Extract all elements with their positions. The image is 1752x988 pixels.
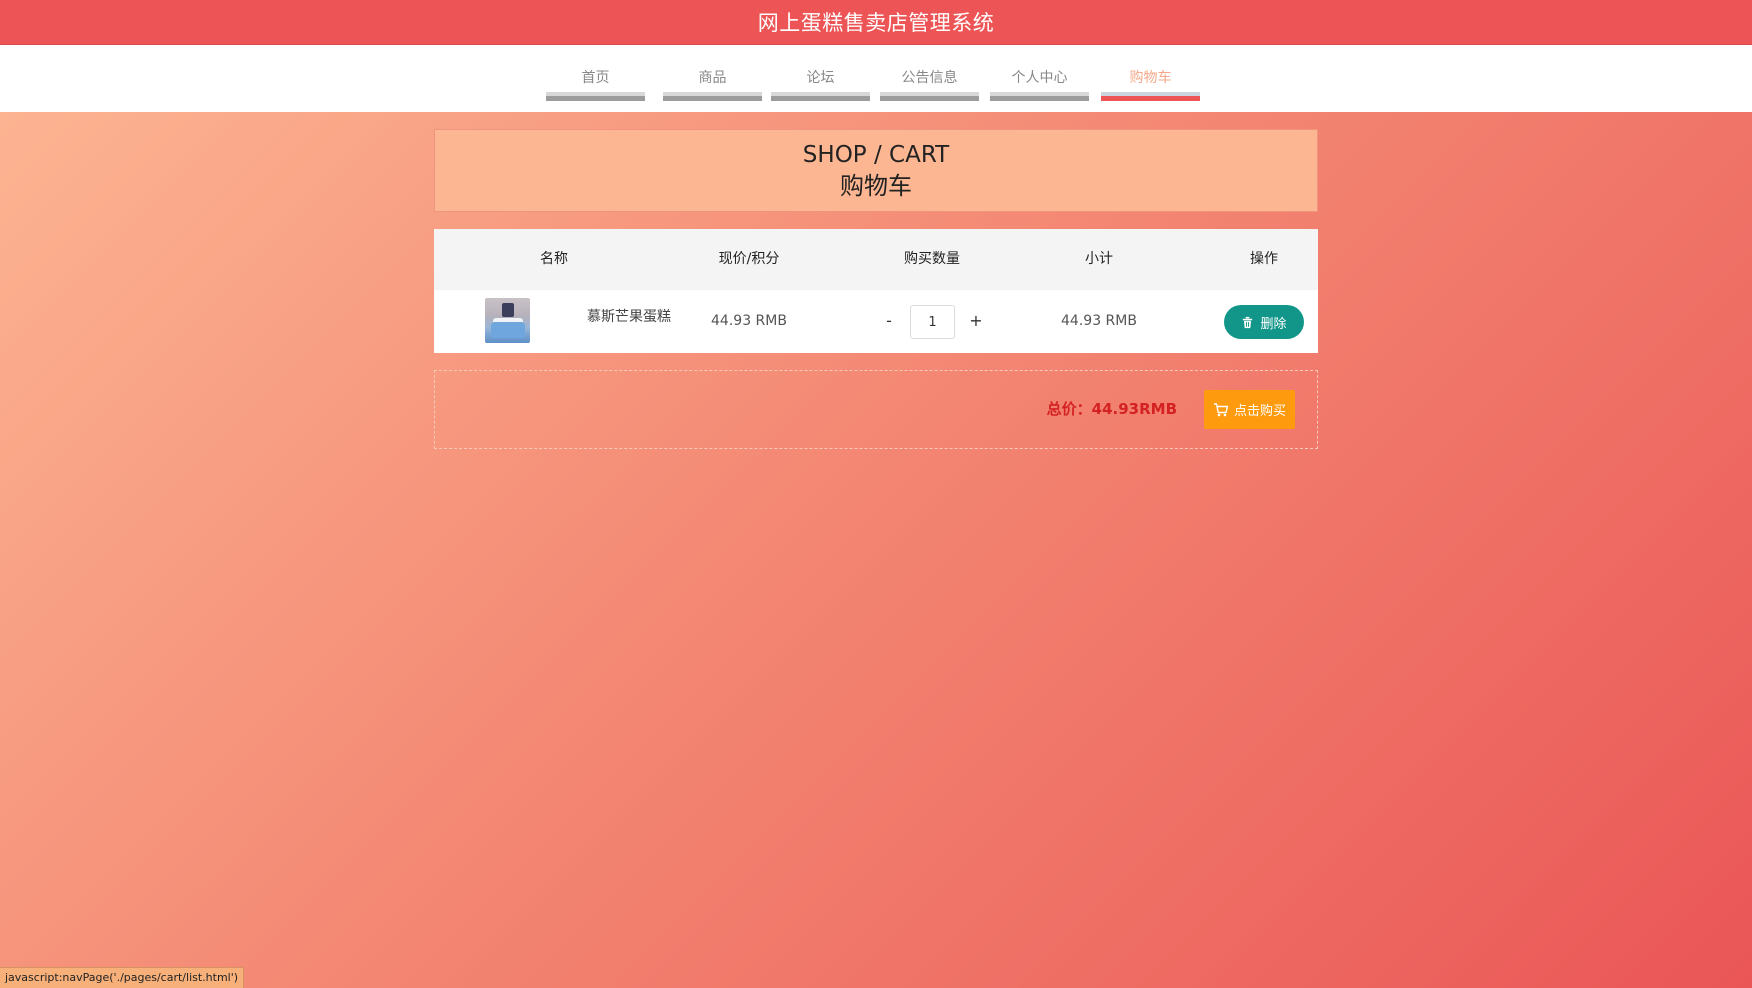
page-title-en: SHOP / CART — [802, 141, 950, 168]
nav-item-label: 公告信息 — [901, 70, 958, 86]
quantity-decrease-button[interactable]: - — [879, 306, 899, 336]
nav-item-label: 首页 — [581, 70, 610, 86]
quantity-increase-button[interactable]: + — [966, 306, 986, 336]
cart-table: 名称 现价/积分 购买数量 小计 操作 慕斯芒果蛋糕 44.93 RMB - +… — [434, 229, 1318, 353]
nav-underline — [771, 92, 870, 101]
nav-item-label: 购物车 — [1129, 70, 1172, 86]
main-nav: 首页 商品 论坛 公告信息 个人中心 购物车 — [0, 45, 1752, 112]
page-heading: SHOP / CART 购物车 — [434, 129, 1318, 212]
nav-item-profile[interactable]: 个人中心 — [990, 45, 1089, 101]
nav-underline — [663, 92, 762, 101]
cake-topper — [502, 303, 514, 317]
trash-icon — [1243, 316, 1253, 328]
product-name[interactable]: 慕斯芒果蛋糕 — [564, 306, 694, 326]
shopping-cart-icon — [1213, 402, 1229, 416]
nav-item-cart[interactable]: 购物车 — [1101, 45, 1200, 101]
product-price: 44.93 RMB — [711, 313, 787, 329]
nav-underline — [546, 92, 645, 101]
table-header: 名称 现价/积分 购买数量 小计 操作 — [434, 229, 1318, 290]
column-header-subtotal: 小计 — [1085, 251, 1113, 267]
page-title-cn: 购物车 — [840, 171, 912, 200]
delete-button-label: 删除 — [1260, 316, 1287, 332]
nav-item-label: 商品 — [698, 70, 727, 86]
nav-underline — [990, 92, 1089, 101]
top-bar: 网上蛋糕售卖店管理系统 — [0, 0, 1752, 45]
nav-underline — [880, 92, 979, 101]
buy-button[interactable]: 点击购买 — [1204, 390, 1295, 429]
column-header-name: 名称 — [540, 251, 568, 267]
column-header-actions: 操作 — [1250, 251, 1278, 267]
nav-item-forum[interactable]: 论坛 — [771, 45, 870, 101]
product-subtotal: 44.93 RMB — [1061, 313, 1137, 329]
nav-item-products[interactable]: 商品 — [663, 45, 762, 101]
nav-item-announcements[interactable]: 公告信息 — [880, 45, 979, 101]
nav-item-home[interactable]: 首页 — [546, 45, 645, 101]
delete-button[interactable]: 删除 — [1224, 305, 1304, 339]
nav-underline-active — [1101, 92, 1200, 101]
cake-body — [491, 322, 525, 338]
nav-item-label: 论坛 — [806, 70, 835, 86]
order-summary: 总价：44.93RMB 点击购买 — [434, 370, 1318, 449]
app-title: 网上蛋糕售卖店管理系统 — [757, 11, 995, 35]
quantity-input[interactable] — [910, 305, 955, 339]
nav-item-label: 个人中心 — [1011, 70, 1068, 86]
column-header-price: 现价/积分 — [718, 251, 780, 267]
total-price: 总价：44.93RMB — [1046, 400, 1177, 418]
buy-button-label: 点击购买 — [1233, 404, 1286, 419]
browser-status-bar: javascript:navPage('./pages/cart/list.ht… — [0, 967, 245, 988]
product-thumbnail[interactable] — [485, 298, 530, 343]
column-header-quantity: 购买数量 — [904, 251, 960, 267]
